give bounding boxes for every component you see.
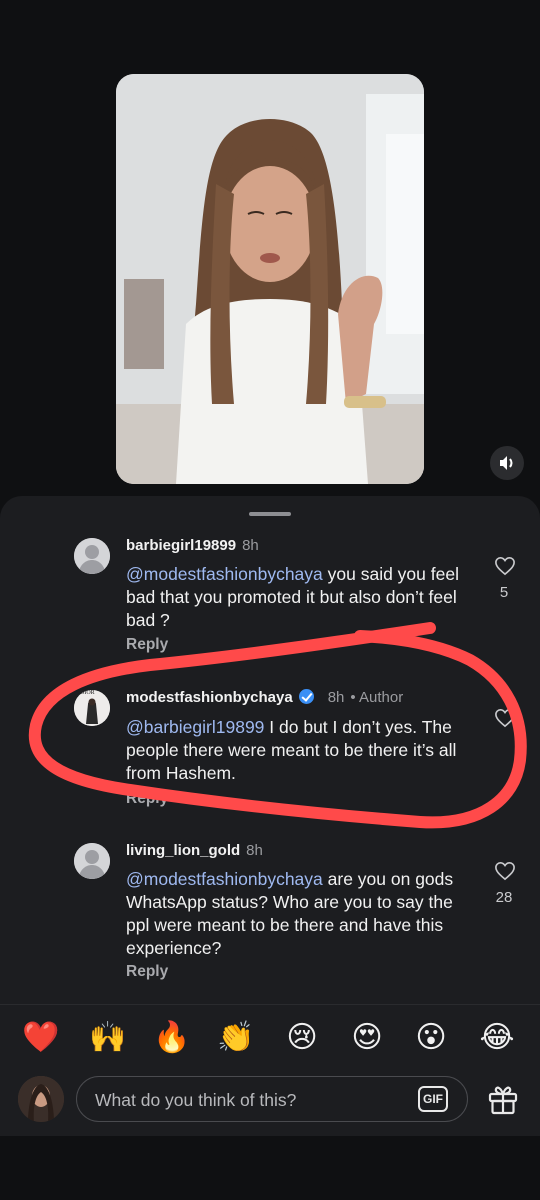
comment-input[interactable]: [93, 1087, 397, 1113]
reaction-heart-eyes-button[interactable]: 😍: [347, 1018, 387, 1058]
verified-badge-icon: [298, 689, 314, 704]
like-count: 28: [495, 889, 513, 906]
avatar[interactable]: [74, 538, 110, 574]
comment-header: modestfashionbychaya 8h • Author: [126, 689, 403, 706]
reaction-fire-button[interactable]: 🔥: [152, 1018, 192, 1058]
comment-username[interactable]: barbiegirl19899: [126, 537, 236, 554]
video-preview[interactable]: [116, 74, 424, 484]
like-button[interactable]: [492, 708, 518, 733]
comment-text: @modestfashionbychaya you said you feel …: [126, 564, 459, 630]
reaction-raised-hands-button[interactable]: 🙌: [88, 1018, 128, 1058]
comment-text: @modestfashionbychaya are you on gods Wh…: [126, 869, 454, 958]
comment-username[interactable]: modestfashionbychaya: [126, 689, 293, 706]
like-button[interactable]: [492, 861, 518, 886]
video-frame-illustration: [116, 74, 424, 484]
comment-mention[interactable]: @modestfashionbychaya: [126, 869, 323, 889]
reply-button[interactable]: Reply: [126, 790, 168, 808]
comment-header: barbiegirl19899 8h: [126, 537, 259, 554]
default-avatar-icon: [74, 538, 110, 574]
comment-time: 8h: [327, 689, 345, 706]
avatar-logo-text: DIOR: [80, 690, 95, 696]
quick-reactions-bar: [0, 1004, 540, 1071]
heart-icon: [495, 708, 515, 728]
avatar[interactable]: [18, 1076, 64, 1122]
reaction-heart-button[interactable]: ❤️: [21, 1018, 61, 1058]
comment-text: @barbiegirl19899 I do but I don’t yes. T…: [126, 717, 457, 783]
comment-time: 8h: [246, 842, 263, 859]
comment-header: living_lion_gold 8h: [126, 842, 263, 859]
gift-icon: [488, 1086, 518, 1115]
comment-input-container: [76, 1076, 468, 1122]
comment-username[interactable]: living_lion_gold: [126, 842, 240, 859]
mute-toggle-button[interactable]: [490, 446, 524, 480]
user-avatar-image: [18, 1076, 64, 1122]
reaction-crying-button[interactable]: 😢: [282, 1018, 322, 1058]
reply-button[interactable]: Reply: [126, 963, 168, 981]
reaction-surprised-button[interactable]: 😮: [411, 1018, 451, 1058]
author-badge: • Author: [350, 689, 404, 706]
volume-icon: [500, 456, 513, 470]
reaction-laughing-button[interactable]: 😂: [477, 1018, 517, 1058]
sheet-drag-handle[interactable]: [249, 512, 291, 516]
reply-button[interactable]: Reply: [126, 636, 168, 654]
like-count: 5: [499, 584, 509, 601]
gift-button[interactable]: [486, 1082, 520, 1116]
like-button[interactable]: [492, 556, 518, 581]
heart-icon: [495, 556, 515, 576]
reaction-clap-button[interactable]: 👏: [216, 1018, 256, 1058]
comment-mention[interactable]: @modestfashionbychaya: [126, 564, 323, 584]
comment-time: 8h: [242, 537, 259, 554]
comment-mention[interactable]: @barbiegirl19899: [126, 717, 264, 737]
avatar[interactable]: [74, 843, 110, 879]
heart-icon: [495, 861, 515, 881]
gif-button[interactable]: GIF: [418, 1086, 448, 1112]
default-avatar-icon: [74, 843, 110, 879]
